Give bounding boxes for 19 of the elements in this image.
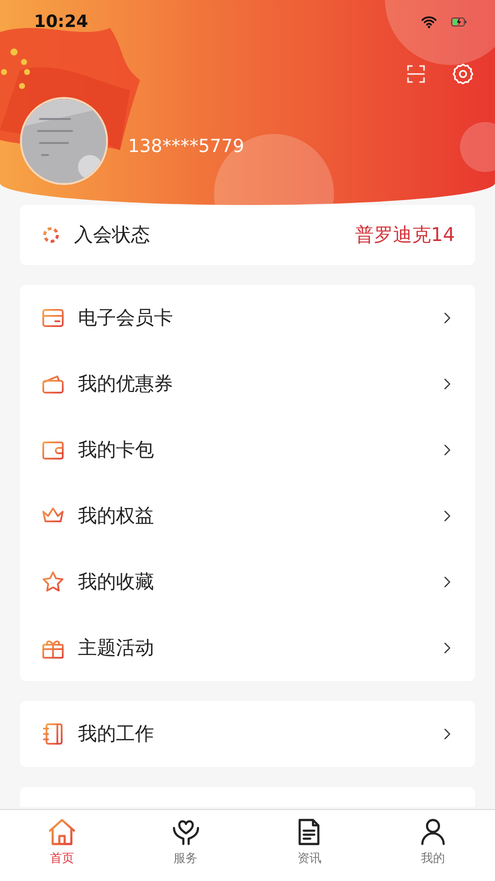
tab[interactable]: 资讯 — [279, 816, 340, 872]
menu-item[interactable]: 我的工作 — [20, 701, 475, 767]
ring-icon — [40, 224, 62, 246]
menu-item[interactable]: 我的权益 — [20, 483, 475, 549]
bubble-decoration — [460, 122, 495, 172]
tab[interactable]: 我的 — [403, 816, 464, 872]
scan-icon[interactable] — [404, 62, 428, 86]
menu-item[interactable]: 我的卡包 — [20, 417, 475, 483]
tab[interactable]: 服务 — [156, 816, 216, 872]
settings-icon[interactable] — [451, 62, 475, 86]
menu-item[interactable]: 我的优惠券 — [20, 351, 475, 417]
status-value: 普罗迪克14 — [354, 223, 455, 248]
menu-item[interactable]: 主题活动 — [20, 615, 475, 681]
menu-item[interactable]: 我的收藏 — [20, 549, 475, 615]
menu-item[interactable]: 电子会员卡 — [20, 285, 475, 351]
status-label: 入会状态 — [74, 223, 151, 248]
phone-number: 138****5779 — [128, 136, 244, 156]
wifi-icon — [419, 14, 439, 30]
tab[interactable]: 首页 — [32, 816, 92, 872]
